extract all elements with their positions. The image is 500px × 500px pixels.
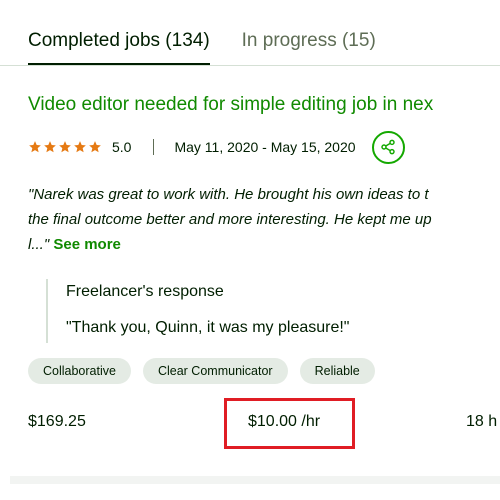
tabs-divider	[0, 65, 500, 66]
job-dates: May 11, 2020 - May 15, 2020	[174, 139, 356, 155]
rating-score: 5.0	[112, 139, 132, 155]
tag-clear-communicator[interactable]: Clear Communicator	[142, 358, 288, 384]
job-total-earned: $169.25	[28, 413, 86, 430]
section-divider	[10, 476, 500, 484]
job-history-tabs: Completed jobs (134) In progress (15)	[28, 30, 376, 66]
meta-separator	[153, 139, 155, 155]
feedback-line: l..." See more	[28, 232, 500, 257]
star-icon	[74, 141, 86, 153]
tab-completed-jobs[interactable]: Completed jobs (134)	[28, 30, 210, 66]
freelancer-response: Freelancer's response "Thank you, Quinn,…	[46, 279, 349, 343]
job-meta: 5.0 May 11, 2020 - May 15, 2020	[28, 130, 405, 164]
star-icon	[29, 141, 41, 153]
feedback-tags: Collaborative Clear Communicator Reliabl…	[28, 358, 375, 384]
tag-collaborative[interactable]: Collaborative	[28, 358, 131, 384]
star-icon	[44, 141, 56, 153]
star-rating	[28, 140, 102, 154]
job-hours: 18 h	[466, 413, 498, 430]
feedback-line-text: l..."	[28, 236, 50, 253]
tab-in-progress[interactable]: In progress (15)	[242, 30, 376, 66]
feedback-line: the final outcome better and more intere…	[28, 211, 432, 228]
response-text: "Thank you, Quinn, it was my pleasure!"	[66, 319, 350, 336]
client-feedback: "Narek was great to work with. He brough…	[28, 182, 500, 257]
star-icon	[89, 141, 101, 153]
share-icon	[381, 139, 395, 155]
share-button[interactable]	[371, 130, 405, 164]
see-more-link[interactable]: See more	[53, 236, 121, 253]
response-title: Freelancer's response	[66, 283, 224, 300]
rate-highlight-box	[224, 398, 355, 449]
feedback-line: "Narek was great to work with. He brough…	[28, 186, 429, 203]
tag-reliable[interactable]: Reliable	[299, 358, 375, 384]
job-title-link[interactable]: Video editor needed for simple editing j…	[28, 94, 433, 116]
star-icon	[59, 141, 71, 153]
